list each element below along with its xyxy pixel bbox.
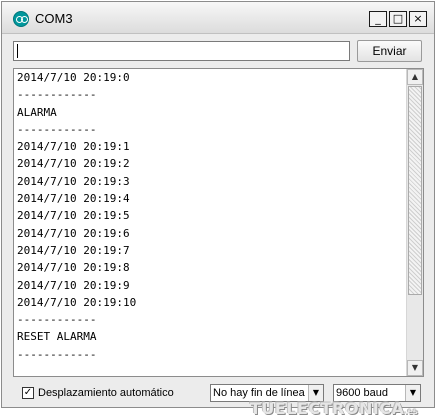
output-line: 2014/7/10 20:19:8 — [17, 261, 130, 275]
output-line: 2014/7/10 20:19:9 — [17, 278, 130, 292]
output-line: ------------ — [17, 122, 97, 136]
autoscroll-checkbox[interactable]: ✓ — [22, 387, 34, 399]
output-line: 2014/7/10 20:19:3 — [17, 174, 130, 188]
output-line: 2014/7/10 20:19:7 — [17, 243, 130, 257]
send-input[interactable] — [13, 41, 350, 61]
watermark-logo: TUELECTRONICA.es — [250, 399, 418, 419]
output-line: 2014/7/10 20:19:1 — [17, 140, 130, 154]
arrow-up-icon[interactable]: ▲ — [407, 69, 423, 85]
scroll-thumb[interactable] — [408, 86, 422, 295]
output-line: ------------ — [17, 347, 97, 361]
output-line: 2014/7/10 20:19:2 — [17, 157, 130, 171]
maximize-button[interactable]: □ — [389, 11, 407, 27]
check-icon: ✓ — [23, 387, 33, 398]
arrow-down-icon[interactable]: ▼ — [407, 360, 423, 376]
close-button[interactable]: × — [409, 11, 427, 27]
output-line: 2014/7/10 20:19:0 — [17, 71, 130, 84]
output-line: 2014/7/10 20:19:4 — [17, 192, 130, 206]
text-caret — [17, 44, 18, 58]
arduino-icon — [13, 11, 29, 27]
output-line: 2014/7/10 20:19:10 — [17, 295, 137, 309]
watermark-text: TUELECTRONICA — [250, 399, 405, 418]
line-ending-value: No hay fin de línea — [213, 387, 305, 399]
title-bar[interactable]: COM3 _ □ × — [2, 2, 434, 34]
baud-rate-value: 9600 baud — [336, 387, 388, 399]
output-line: ------------ — [17, 313, 97, 327]
output-line: 2014/7/10 20:19:6 — [17, 226, 130, 240]
output-lines: 2014/7/10 20:19:0 ------------ ALARMA -----… — [17, 69, 136, 363]
window-title: COM3 — [35, 11, 73, 26]
output-line: ------------ — [17, 88, 97, 102]
window-controls: _ □ × — [369, 11, 427, 27]
vertical-scrollbar[interactable]: ▲ ▼ — [406, 69, 423, 376]
autoscroll-label[interactable]: Desplazamiento automático — [38, 387, 174, 399]
minimize-button[interactable]: _ — [369, 11, 387, 27]
output-line: 2014/7/10 20:19:5 — [17, 209, 130, 223]
serial-output[interactable]: 2014/7/10 20:19:0 ------------ ALARMA -----… — [13, 68, 424, 377]
send-button[interactable]: Enviar — [357, 40, 422, 62]
serial-monitor-window: COM3 _ □ × Enviar 2014/7/10 20:19:0 -----… — [1, 1, 435, 408]
output-line: RESET ALARMA — [17, 330, 97, 344]
output-line: ALARMA — [17, 105, 57, 119]
watermark-tld: .es — [404, 407, 418, 416]
